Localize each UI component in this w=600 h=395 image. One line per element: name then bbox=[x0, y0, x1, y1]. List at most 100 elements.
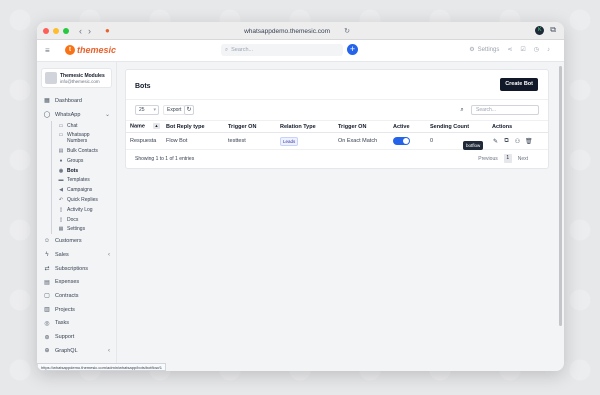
delete-icon[interactable]: 🗑 bbox=[525, 138, 533, 145]
logo-mark-icon: t bbox=[65, 45, 75, 55]
column-header-reply-type[interactable]: Bot Reply type bbox=[166, 120, 228, 133]
sidebar-item-graphql[interactable]: ⊕ GraphQL ‹ bbox=[37, 344, 116, 358]
pagination-current-page[interactable]: 1 bbox=[503, 154, 512, 163]
edit-icon[interactable]: ✎ bbox=[492, 138, 499, 145]
sidebar-item-expenses[interactable]: ▤ Expenses bbox=[37, 275, 116, 289]
botflow-icon[interactable]: ⚇ bbox=[514, 138, 521, 145]
create-bot-button[interactable]: Create Bot bbox=[500, 78, 538, 91]
sidebar-item-customers[interactable]: ☺ Customers bbox=[37, 234, 116, 248]
sidebar: Themesic Modules info@themesic.com ▦ Das… bbox=[37, 62, 117, 371]
address-bar[interactable]: whatsappdemo.themesic.com ↻ bbox=[217, 25, 377, 37]
graphql-icon: ⊕ bbox=[44, 348, 50, 355]
user-card[interactable]: Themesic Modules info@themesic.com bbox=[41, 68, 112, 88]
back-arrow-icon[interactable]: ‹ bbox=[79, 26, 82, 36]
sidebar-item-label: Docs bbox=[67, 216, 79, 223]
column-header-sending-count[interactable]: Sending Count bbox=[430, 120, 492, 133]
template-icon: ▬ bbox=[58, 177, 64, 184]
column-header-actions: Actions bbox=[492, 120, 548, 133]
close-window-button[interactable] bbox=[43, 27, 49, 34]
sidebar-item-activity-log[interactable]: ▯ Activity Log bbox=[52, 205, 116, 215]
export-button[interactable]: Export bbox=[163, 105, 186, 115]
sidebar-item-templates[interactable]: ▬ Templates bbox=[52, 176, 116, 186]
column-header-relation-type[interactable]: Relation Type bbox=[280, 120, 338, 133]
column-header-active[interactable]: Active bbox=[393, 120, 430, 133]
group-icon: ● bbox=[59, 157, 63, 164]
browser-window: ‹ › ● whatsappdemo.themesic.com ↻ K ⧉ ≡ … bbox=[37, 22, 564, 371]
bell-icon[interactable]: ♪ bbox=[547, 47, 550, 53]
brand-name: themesic bbox=[77, 45, 117, 55]
global-search-input[interactable]: ⌕ Search... bbox=[221, 44, 343, 56]
sidebar-item-label: Quick Replies bbox=[67, 197, 98, 204]
sidebar-item-tasks[interactable]: ◎ Tasks bbox=[37, 316, 116, 330]
table-search-input[interactable]: Search... bbox=[471, 105, 539, 115]
cell-name[interactable]: Respuesta bbox=[126, 132, 166, 150]
sidebar-item-whatsapp[interactable]: ◯ WhatsApp ⌄ bbox=[37, 108, 116, 122]
site-favicon-icon: ● bbox=[105, 26, 110, 35]
sidebar-item-docs[interactable]: ▯ Docs bbox=[52, 215, 116, 225]
brand-logo[interactable]: t themesic bbox=[65, 45, 116, 55]
sidebar-item-quick-replies[interactable]: ↶ Quick Replies bbox=[52, 195, 116, 205]
browser-extensions: K ⧉ bbox=[535, 25, 556, 35]
sidebar-item-whatsapp-numbers[interactable]: ▭ Whatsapp Numbers bbox=[52, 131, 116, 146]
clock-icon[interactable]: ◷ bbox=[534, 46, 539, 53]
cell-trigger: testtest bbox=[228, 132, 280, 150]
sidebar-item-contracts[interactable]: ▢ Contracts bbox=[37, 289, 116, 303]
cell-active bbox=[393, 132, 430, 150]
minimize-window-button[interactable] bbox=[53, 27, 59, 34]
window-controls bbox=[43, 27, 69, 34]
customers-icon: ☺ bbox=[43, 238, 51, 245]
contracts-icon: ▢ bbox=[44, 293, 50, 300]
settings-link[interactable]: ⚙ Settings bbox=[469, 46, 500, 54]
relation-badge: Leads bbox=[280, 136, 299, 146]
share-icon[interactable]: ⋖ bbox=[507, 46, 512, 53]
sidebar-item-subscriptions[interactable]: ⇄ Subscriptions bbox=[37, 262, 116, 276]
settings-label: Settings bbox=[477, 46, 500, 53]
sort-icon[interactable]: ▲ bbox=[152, 123, 160, 130]
status-bar-url: https://whatsappdemo.themesic.com/admin/… bbox=[37, 363, 166, 371]
forward-arrow-icon[interactable]: › bbox=[88, 26, 91, 36]
cell-reply-type: Flow Bot bbox=[166, 132, 228, 150]
tasks-icon: ◎ bbox=[44, 320, 50, 327]
column-header-trigger[interactable]: Trigger ON bbox=[228, 120, 280, 133]
maximize-window-button[interactable] bbox=[63, 27, 69, 34]
sidebar-item-support[interactable]: ⊛ Support bbox=[37, 330, 116, 344]
puzzle-icon[interactable]: ⧉ bbox=[550, 25, 556, 35]
sidebar-item-label: WhatsApp bbox=[55, 111, 81, 118]
sidebar-item-groups[interactable]: ● Groups bbox=[52, 156, 116, 166]
page-scrollbar[interactable] bbox=[559, 66, 562, 326]
chevron-down-icon: ⌄ bbox=[104, 112, 110, 119]
bots-table: Name ▲ Bot Reply type Trigger ON Relation… bbox=[126, 120, 548, 150]
sidebar-item-settings[interactable]: ▦ Settings bbox=[52, 225, 116, 235]
column-header-trigger-on[interactable]: Trigger ON bbox=[338, 120, 393, 133]
menu-toggle-icon[interactable]: ≡ bbox=[45, 46, 55, 55]
refresh-icon[interactable]: ↻ bbox=[184, 105, 194, 115]
search-icon: ⌕ bbox=[225, 46, 229, 53]
sidebar-item-dashboard[interactable]: ▦ Dashboard bbox=[37, 94, 116, 108]
settings-icon: ▦ bbox=[58, 226, 64, 233]
whatsapp-submenu: ▭ Chat ▭ Whatsapp Numbers ▤ Bulk Contact… bbox=[51, 121, 116, 235]
column-header-name[interactable]: Name ▲ bbox=[126, 120, 166, 133]
extension-icon[interactable]: K bbox=[535, 25, 545, 35]
address-bar-url: whatsappdemo.themesic.com bbox=[244, 27, 331, 35]
sidebar-item-campaigns[interactable]: ◀ Campaigns bbox=[52, 185, 116, 195]
clone-icon[interactable]: ⧉ bbox=[503, 138, 510, 145]
sidebar-item-sales[interactable]: ϟ Sales ‹ bbox=[37, 248, 116, 262]
pagination: Previous 1 Next bbox=[478, 154, 528, 163]
sidebar-item-projects[interactable]: ▥ Projects bbox=[37, 303, 116, 317]
projects-icon: ▥ bbox=[44, 307, 50, 314]
bot-icon: ◉ bbox=[58, 167, 64, 174]
active-toggle[interactable] bbox=[393, 137, 410, 145]
sidebar-item-label: Chat bbox=[67, 123, 78, 130]
sidebar-item-chat[interactable]: ▭ Chat bbox=[52, 121, 116, 131]
table-header-row: Name ▲ Bot Reply type Trigger ON Relation… bbox=[126, 120, 548, 133]
reload-icon[interactable]: ↻ bbox=[344, 27, 350, 35]
sidebar-item-bulk-contacts[interactable]: ▤ Bulk Contacts bbox=[52, 146, 116, 156]
main-content: Bots Create Bot 25 Export ↻ ⌕ Search... … bbox=[125, 69, 549, 169]
pagination-next[interactable]: Next bbox=[518, 156, 528, 162]
sidebar-item-bots[interactable]: ◉ Bots bbox=[52, 166, 116, 176]
log-icon: ▯ bbox=[59, 206, 63, 213]
checklist-icon[interactable]: ☑ bbox=[520, 46, 525, 53]
pagination-previous[interactable]: Previous bbox=[478, 156, 497, 162]
quick-create-button[interactable]: + bbox=[347, 44, 358, 55]
page-size-select[interactable]: 25 bbox=[135, 105, 159, 115]
